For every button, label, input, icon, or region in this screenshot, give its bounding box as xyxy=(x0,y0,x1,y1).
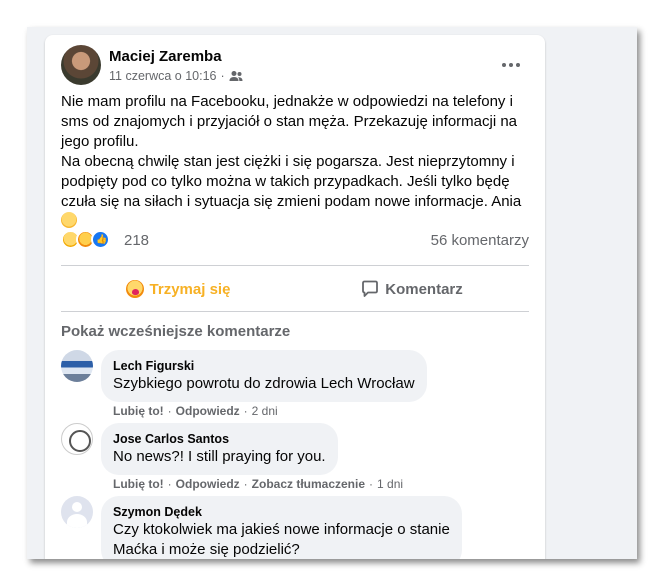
comment-text-line-2: Maćka i może się podzielić? xyxy=(113,541,300,558)
comment-bubble: Lech Figurski Szybkiego powrotu do zdrow… xyxy=(101,350,427,402)
more-options-button[interactable] xyxy=(493,55,529,75)
care-emoji-icon xyxy=(125,280,144,298)
divider xyxy=(61,265,529,266)
post-card: Maciej Zaremba 11 czerwca o 10:16 · Nie … xyxy=(45,35,545,559)
comment-bubble: Szymon Dędek Czy ktokolwiek ma jakieś no… xyxy=(101,496,462,559)
reaction-count[interactable]: 218 xyxy=(124,232,149,249)
comment-count[interactable]: 56 komentarzy xyxy=(431,232,529,249)
commenter-name[interactable]: Jose Carlos Santos xyxy=(113,431,326,447)
friends-icon xyxy=(229,71,243,81)
commenter-avatar[interactable] xyxy=(61,350,93,382)
hug-react-button[interactable]: Trzymaj się xyxy=(61,269,295,309)
reply-link[interactable]: Odpowiedz xyxy=(176,404,240,418)
comment-time[interactable]: 2 dni xyxy=(252,404,278,418)
comment-button[interactable]: Komentarz xyxy=(295,269,529,309)
post-paragraph-2: Na obecną chwilę stan jest ciężki i się … xyxy=(61,153,522,210)
comment-text: No news?! I still praying for you. xyxy=(113,448,326,465)
comment-text: Szybkiego powrotu do zdrowia Lech Wrocła… xyxy=(113,375,415,392)
post-date[interactable]: 11 czerwca o 10:16 xyxy=(109,69,216,83)
like-comment-link[interactable]: Lubię to! xyxy=(113,477,164,491)
commenter-avatar[interactable] xyxy=(61,496,93,528)
like-comment-link[interactable]: Lubię to! xyxy=(113,404,164,418)
show-earlier-comments-link[interactable]: Pokaż wcześniejsze komentarze xyxy=(61,323,290,340)
comment-time[interactable]: 1 dni xyxy=(377,477,403,491)
page-background: Maciej Zaremba 11 czerwca o 10:16 · Nie … xyxy=(27,27,637,559)
see-translation-link[interactable]: Zobacz tłumaczenie xyxy=(252,477,365,491)
more-horizontal-icon xyxy=(502,63,506,67)
comment-actions: Lubię to! · Odpowiedz · Zobacz tłumaczen… xyxy=(113,477,404,491)
commenter-name[interactable]: Szymon Dędek xyxy=(113,504,450,520)
comment-actions: Lubię to! · Odpowiedz · 2 dni xyxy=(113,404,278,418)
post-meta: 11 czerwca o 10:16 · xyxy=(109,69,243,83)
reaction-icons[interactable] xyxy=(61,230,110,249)
comment-bubble: Jose Carlos Santos No news?! I still pra… xyxy=(101,423,338,475)
author-name[interactable]: Maciej Zaremba xyxy=(109,48,222,65)
commenter-name[interactable]: Lech Figurski xyxy=(113,358,415,374)
reactions-summary: 218 56 komentarzy xyxy=(61,230,529,252)
post-paragraph-1: Nie mam profilu na Facebooku, jednakże w… xyxy=(61,93,518,150)
action-bar: Trzymaj się Komentarz xyxy=(61,269,529,309)
reply-link[interactable]: Odpowiedz xyxy=(176,477,240,491)
like-reaction-icon xyxy=(91,230,110,249)
comment-text-line-1: Czy ktokolwiek ma jakieś nowe informacje… xyxy=(113,521,450,538)
hug-react-label: Trzymaj się xyxy=(149,280,231,298)
sad-emoji-icon xyxy=(61,212,77,228)
comment-label: Komentarz xyxy=(385,280,463,298)
post-text: Nie mam profilu na Facebooku, jednakże w… xyxy=(61,92,531,232)
commenter-avatar[interactable] xyxy=(61,423,93,455)
author-avatar[interactable] xyxy=(61,45,101,85)
comment-icon xyxy=(362,280,379,297)
divider xyxy=(61,311,529,312)
post-header: Maciej Zaremba 11 czerwca o 10:16 · xyxy=(45,35,545,95)
